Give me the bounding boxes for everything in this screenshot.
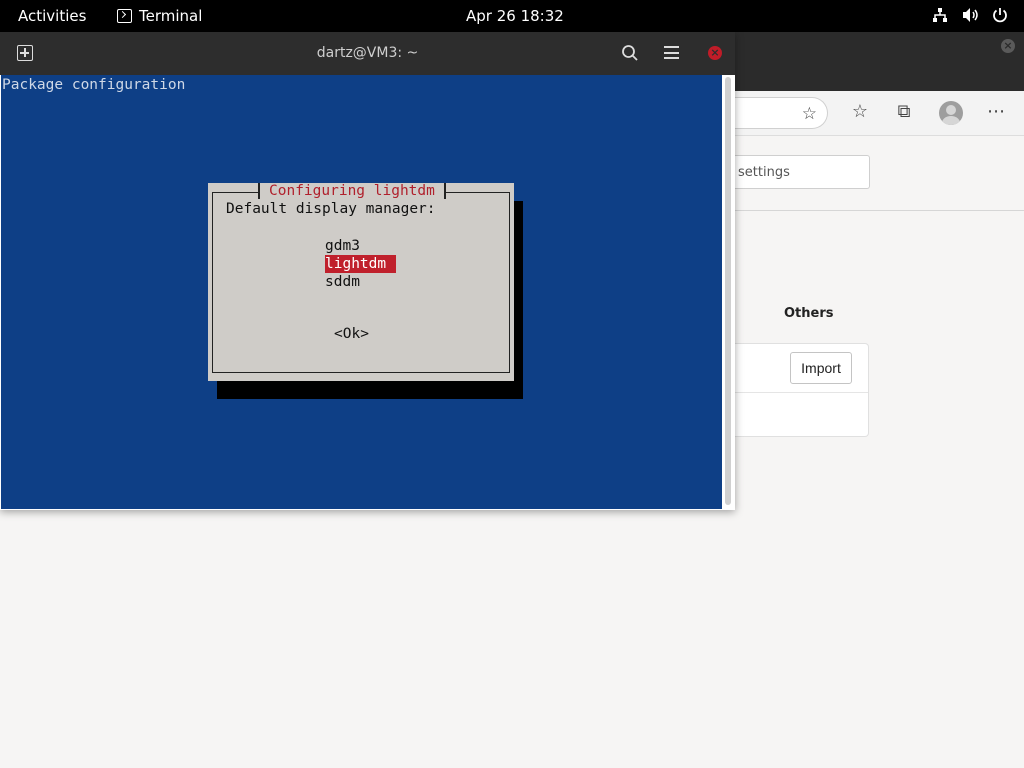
profile-avatar[interactable] bbox=[939, 101, 963, 125]
import-card: Import bbox=[735, 343, 869, 437]
terminal-window: dartz@VM3: ~ × Package configuration Con… bbox=[0, 32, 735, 510]
network-icon[interactable] bbox=[932, 7, 948, 23]
terminal-headerbar: dartz@VM3: ~ × bbox=[0, 32, 735, 75]
divider bbox=[735, 210, 1024, 211]
top-bar: Activities Terminal Apr 26 18:32 bbox=[0, 0, 1024, 32]
add-favorite-icon[interactable]: ☆ bbox=[802, 104, 817, 124]
ok-button[interactable]: <Ok> bbox=[334, 326, 369, 342]
volume-icon[interactable] bbox=[962, 7, 978, 23]
browser-toolbar: ☆ ☆ ⧉ ⋯ bbox=[735, 91, 1024, 136]
collections-icon[interactable]: ⧉ bbox=[893, 101, 915, 122]
activities-button[interactable]: Activities bbox=[18, 7, 86, 25]
import-button[interactable]: Import bbox=[790, 352, 852, 384]
package-configuration-header: Package configuration bbox=[2, 77, 186, 93]
hamburger-menu-icon[interactable] bbox=[664, 46, 680, 60]
browser-window: × ☆ ☆ ⧉ ⋯ settings Others Import bbox=[735, 32, 1024, 768]
browser-titlebar: × bbox=[735, 32, 1024, 91]
option-gdm3[interactable]: gdm3 bbox=[325, 237, 360, 255]
section-heading: Others bbox=[784, 306, 834, 321]
terminal-screen[interactable]: Package configuration Configuring lightd… bbox=[1, 75, 722, 509]
option-lightdm[interactable]: lightdm bbox=[325, 255, 397, 273]
dialog-frame bbox=[212, 192, 510, 373]
option-sddm[interactable]: sddm bbox=[325, 273, 360, 291]
address-bar[interactable]: ☆ bbox=[735, 97, 828, 129]
card-divider bbox=[735, 392, 868, 393]
app-menu-label: Terminal bbox=[139, 7, 203, 25]
dialog-prompt: Default display manager: bbox=[226, 201, 436, 217]
search-icon[interactable] bbox=[621, 44, 639, 62]
dialog-title: Configuring lightdm bbox=[258, 183, 446, 200]
power-icon[interactable] bbox=[992, 7, 1008, 23]
browser-close-icon[interactable]: × bbox=[1001, 39, 1015, 53]
scrollbar[interactable] bbox=[722, 75, 735, 509]
clock[interactable]: Apr 26 18:32 bbox=[466, 7, 564, 25]
scrollbar-thumb[interactable] bbox=[725, 77, 731, 505]
settings-search-input[interactable]: settings bbox=[735, 155, 870, 189]
terminal-icon bbox=[117, 9, 132, 23]
favorites-icon[interactable]: ☆ bbox=[849, 101, 871, 122]
system-tray[interactable] bbox=[932, 7, 1008, 23]
app-menu[interactable]: Terminal bbox=[117, 7, 202, 25]
config-dialog: Configuring lightdm Default display mana… bbox=[208, 183, 514, 381]
more-menu-icon[interactable]: ⋯ bbox=[985, 101, 1007, 122]
close-icon[interactable]: × bbox=[708, 46, 722, 60]
